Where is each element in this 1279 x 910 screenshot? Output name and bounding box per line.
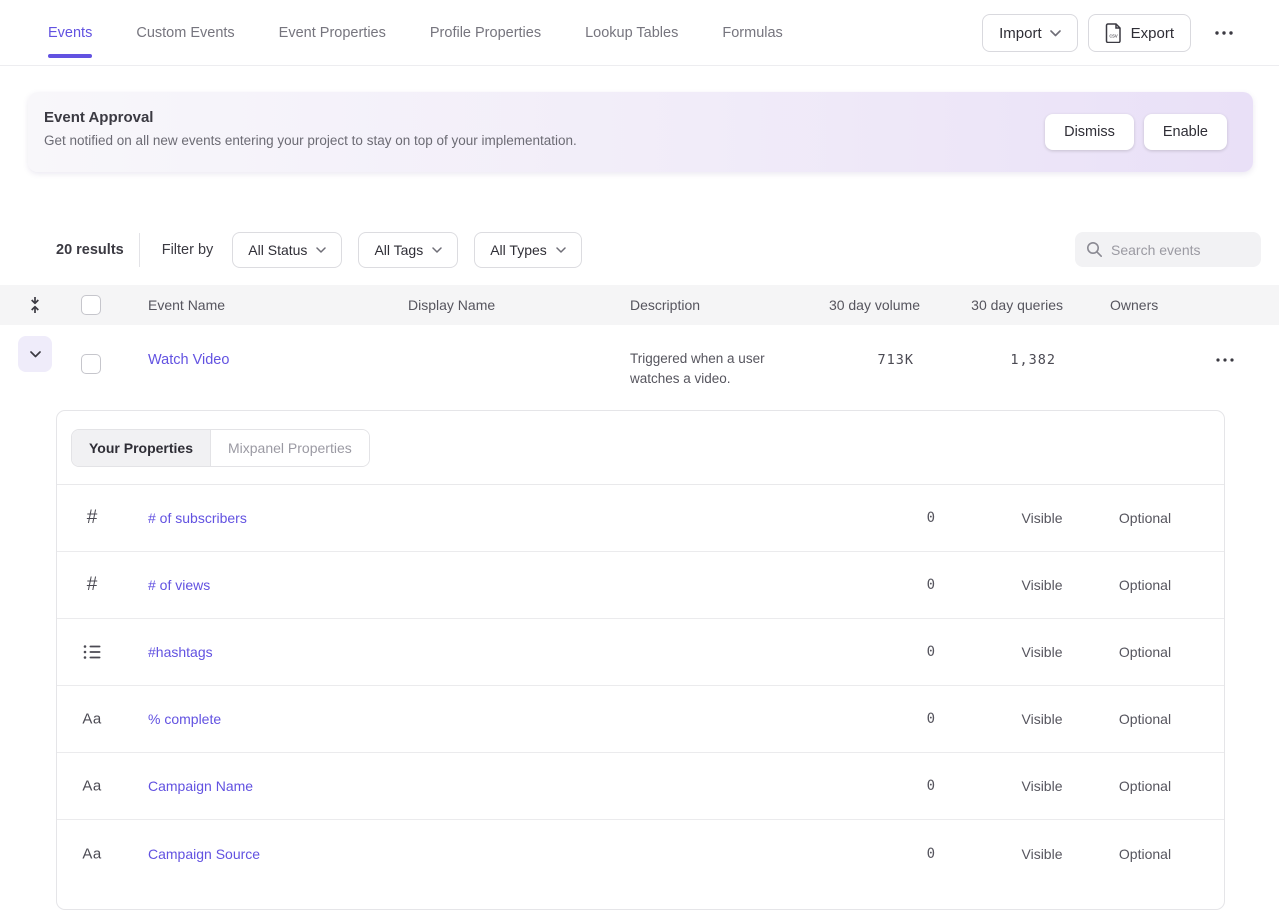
chevron-down-icon [1050, 30, 1061, 37]
list-icon [75, 644, 109, 660]
row-expander-button[interactable] [18, 336, 52, 372]
property-row: # # of views 0 Visible Optional [57, 552, 1224, 619]
property-count: 0 [857, 846, 935, 862]
hash-icon: # [75, 507, 109, 529]
property-row: Aa % complete 0 Visible Optional [57, 686, 1224, 753]
search-icon [1086, 241, 1103, 258]
text-type-icon: Aa [75, 845, 109, 862]
divider [139, 233, 140, 267]
tab-formulas[interactable]: Formulas [722, 0, 782, 66]
event-approval-banner: Event Approval Get notified on all new e… [28, 92, 1253, 172]
nav-actions: Import csv Export [982, 0, 1241, 66]
tab-mixpanel-properties[interactable]: Mixpanel Properties [210, 430, 369, 466]
hash-icon: # [75, 574, 109, 596]
header-30-day-queries: 30 day queries [923, 297, 1063, 313]
property-visibility: Visible [992, 711, 1092, 727]
property-row: Aa Campaign Name 0 Visible Optional [57, 753, 1224, 820]
row-select-checkbox[interactable] [81, 354, 101, 374]
types-filter-value: All Types [490, 242, 547, 258]
events-table-header: Event Name Display Name Description 30 d… [0, 285, 1279, 325]
header-description: Description [630, 297, 700, 313]
banner-actions: Dismiss Enable [1045, 114, 1227, 150]
property-visibility: Visible [992, 644, 1092, 660]
property-name-link[interactable]: % complete [148, 711, 221, 727]
overflow-menu-icon[interactable] [1207, 25, 1241, 41]
property-name-link[interactable]: Campaign Name [148, 778, 253, 794]
tab-events[interactable]: Events [48, 0, 92, 66]
property-count: 0 [857, 778, 935, 794]
filter-bar: 20 results Filter by All Status All Tags… [56, 232, 598, 268]
property-row: #hashtags 0 Visible Optional [57, 619, 1224, 686]
property-requirement: Optional [1095, 577, 1195, 593]
chevron-down-icon [432, 247, 442, 253]
select-all-checkbox[interactable] [81, 295, 101, 315]
property-count: 0 [857, 510, 935, 526]
row-overflow-menu-icon[interactable] [1216, 358, 1234, 362]
property-visibility: Visible [992, 510, 1092, 526]
property-requirement: Optional [1095, 510, 1195, 526]
dismiss-button[interactable]: Dismiss [1045, 114, 1134, 150]
search-events-box [1075, 232, 1261, 267]
filter-by-label: Filter by [162, 242, 214, 258]
tags-filter-dropdown[interactable]: All Tags [358, 232, 458, 268]
csv-file-icon: csv [1105, 23, 1123, 43]
property-name-link[interactable]: Campaign Source [148, 846, 260, 862]
properties-segmented-control: Your Properties Mixpanel Properties [71, 429, 370, 467]
results-count: 20 results [56, 242, 124, 258]
export-button-label: Export [1131, 25, 1174, 42]
property-count: 0 [857, 644, 935, 660]
property-row: Aa Campaign Source 0 Visible Optional [57, 820, 1224, 887]
property-row: # # of subscribers 0 Visible Optional [57, 485, 1224, 552]
header-display-name: Display Name [408, 297, 495, 313]
types-filter-dropdown[interactable]: All Types [474, 232, 582, 268]
property-visibility: Visible [992, 778, 1092, 794]
tab-event-properties[interactable]: Event Properties [279, 0, 386, 66]
chevron-down-icon [316, 247, 326, 253]
tab-custom-events[interactable]: Custom Events [136, 0, 234, 66]
tags-filter-value: All Tags [374, 242, 423, 258]
chevron-down-icon [556, 247, 566, 253]
tab-your-properties[interactable]: Your Properties [72, 430, 210, 466]
property-requirement: Optional [1095, 846, 1195, 862]
event-30-day-queries: 1,382 [923, 352, 1056, 368]
search-input[interactable] [1111, 242, 1251, 258]
import-button-label: Import [999, 25, 1042, 42]
chevron-down-icon [30, 351, 41, 358]
text-type-icon: Aa [75, 711, 109, 728]
event-30-day-volume: 713K [780, 352, 914, 368]
property-count: 0 [857, 711, 935, 727]
text-type-icon: Aa [75, 778, 109, 795]
import-button[interactable]: Import [982, 14, 1078, 52]
properties-tabs: Your Properties Mixpanel Properties [57, 411, 1224, 485]
header-30-day-volume: 30 day volume [780, 297, 920, 313]
svg-text:csv: csv [1109, 34, 1118, 40]
event-name-link[interactable]: Watch Video [148, 352, 229, 368]
property-name-link[interactable]: # of subscribers [148, 510, 247, 526]
collapse-vertical-arrows-icon[interactable] [27, 296, 43, 314]
property-count: 0 [857, 577, 935, 593]
property-name-link[interactable]: #hashtags [148, 644, 213, 660]
property-visibility: Visible [992, 577, 1092, 593]
property-visibility: Visible [992, 846, 1092, 862]
tab-profile-properties[interactable]: Profile Properties [430, 0, 541, 66]
tab-lookup-tables[interactable]: Lookup Tables [585, 0, 678, 66]
property-requirement: Optional [1095, 778, 1195, 794]
property-name-link[interactable]: # of views [148, 577, 210, 593]
property-requirement: Optional [1095, 711, 1195, 727]
top-navigation: Events Custom Events Event Properties Pr… [0, 0, 1279, 66]
event-description: Triggered when a user watches a video. [630, 349, 792, 389]
status-filter-dropdown[interactable]: All Status [232, 232, 342, 268]
status-filter-value: All Status [248, 242, 307, 258]
header-owners: Owners [1110, 297, 1158, 313]
header-event-name: Event Name [148, 297, 225, 313]
export-button[interactable]: csv Export [1088, 14, 1191, 52]
event-row-watch-video: Watch Video Triggered when a user watche… [0, 325, 1279, 411]
properties-panel: Your Properties Mixpanel Properties # # … [56, 410, 1225, 910]
property-requirement: Optional [1095, 644, 1195, 660]
enable-button[interactable]: Enable [1144, 114, 1227, 150]
